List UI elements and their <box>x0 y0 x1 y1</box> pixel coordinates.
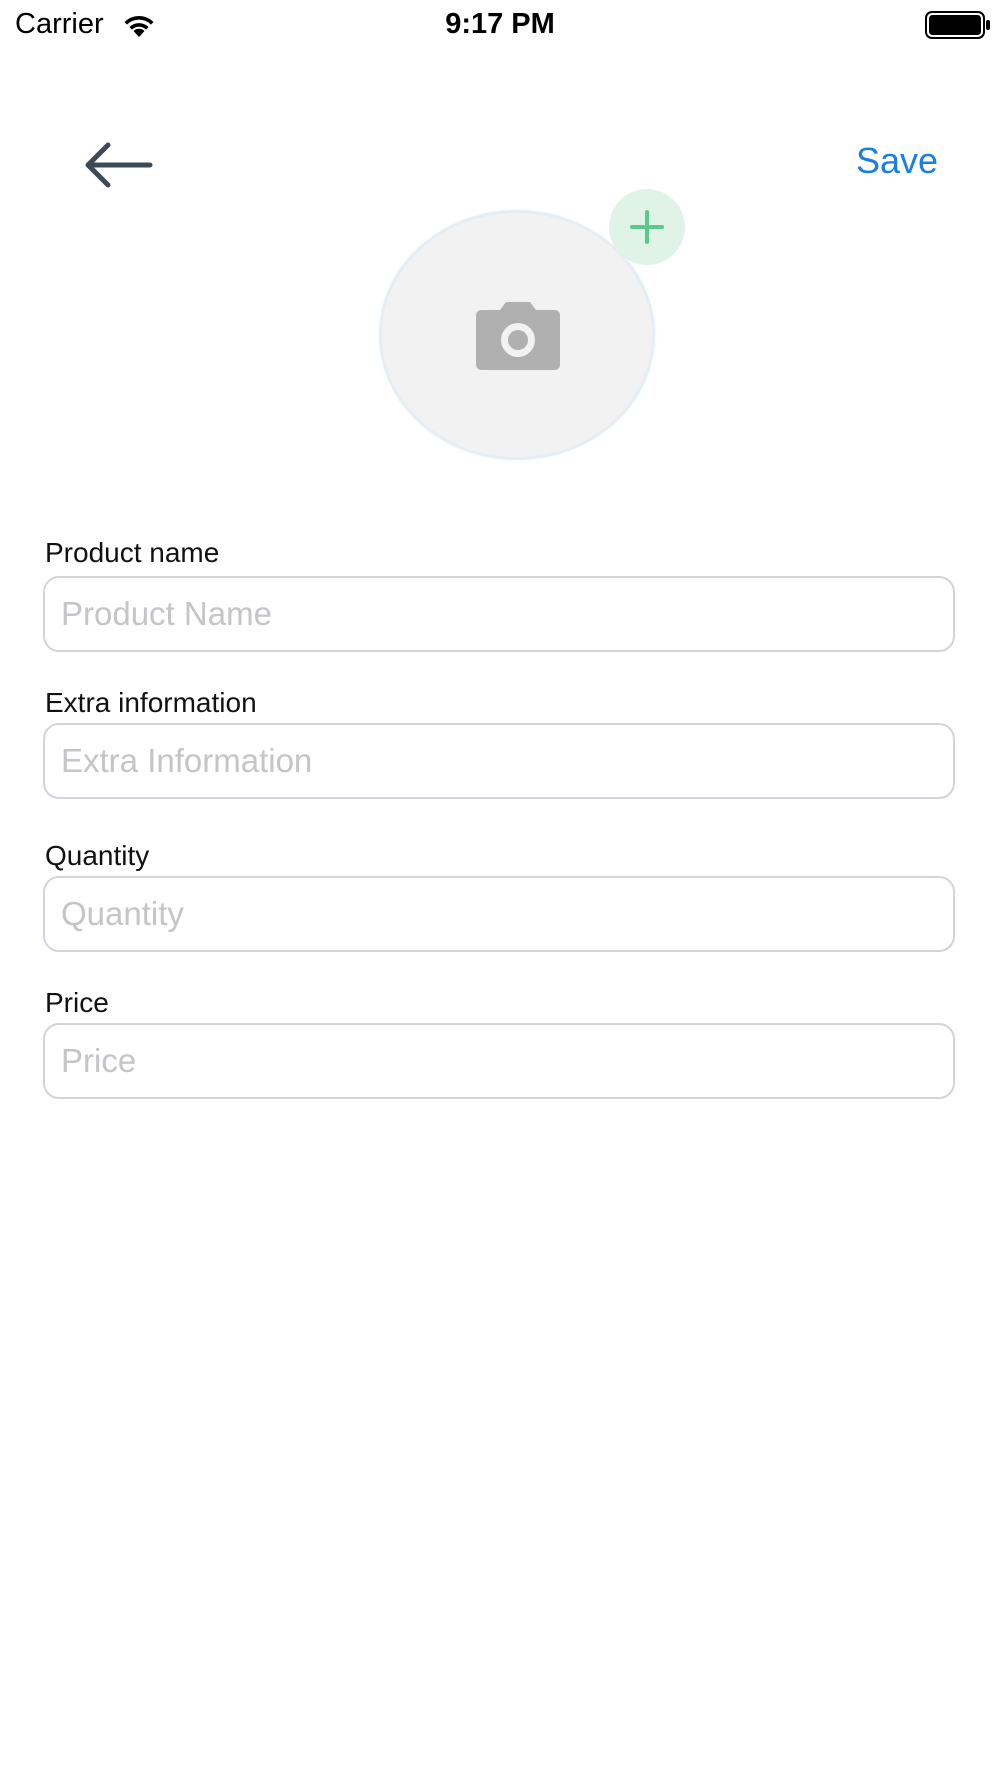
save-button[interactable]: Save <box>856 140 938 182</box>
add-product-screen: Carrier 9:17 PM Save Product name Extra <box>0 0 1000 1778</box>
product-name-label: Product name <box>45 537 220 568</box>
price-label: Price <box>45 987 109 1018</box>
price-input[interactable] <box>43 1023 955 1099</box>
arrow-left-icon <box>85 142 153 188</box>
extra-information-input[interactable] <box>43 723 955 799</box>
battery-full-icon <box>925 11 990 39</box>
camera-icon <box>476 302 560 370</box>
product-name-input[interactable] <box>43 576 955 652</box>
back-button[interactable] <box>82 140 154 190</box>
plus-icon <box>630 210 664 244</box>
clock: 9:17 PM <box>445 8 555 40</box>
extra-information-label: Extra information <box>45 687 257 718</box>
status-bar: Carrier 9:17 PM <box>0 0 1000 52</box>
quantity-input[interactable] <box>43 876 955 952</box>
add-photo-button[interactable] <box>609 189 685 265</box>
quantity-label: Quantity <box>45 840 150 871</box>
